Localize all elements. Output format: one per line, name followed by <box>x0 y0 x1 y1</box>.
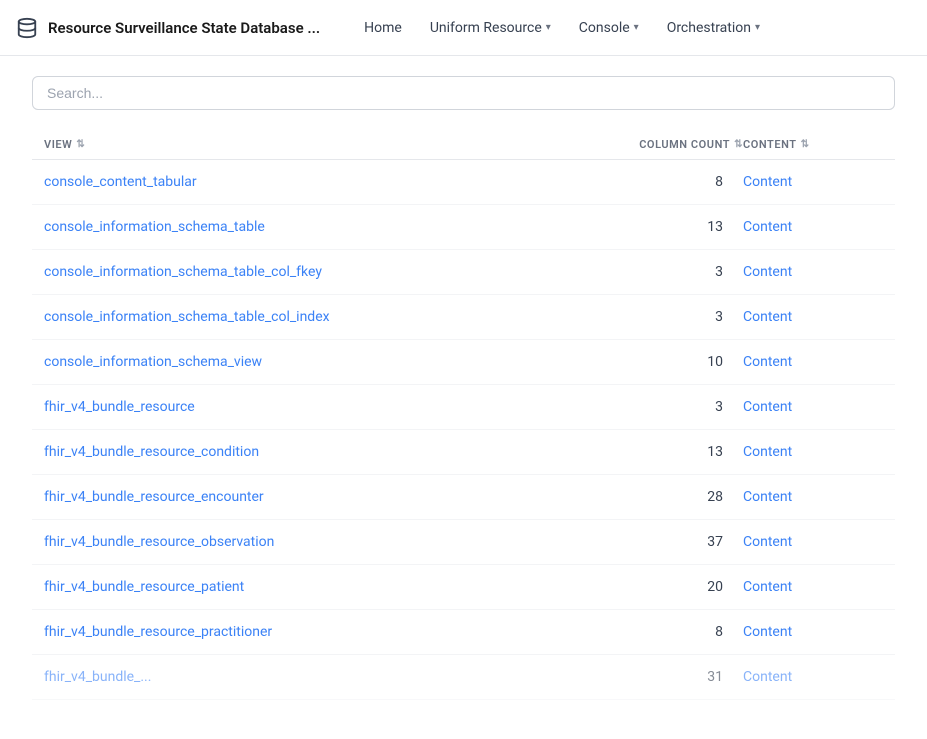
col-header-count: COLUMN COUNT ⇅ <box>583 138 743 151</box>
table-row: console_information_schema_view 10 Conte… <box>32 340 895 385</box>
row-column-count: 3 <box>583 264 743 280</box>
main-content: VIEW ⇅ COLUMN COUNT ⇅ CONTENT ⇅ console_… <box>0 56 927 720</box>
row-column-count: 8 <box>583 174 743 190</box>
row-content-link[interactable]: Content <box>743 309 883 325</box>
search-container <box>32 76 895 110</box>
chevron-down-icon: ▾ <box>546 22 551 33</box>
sort-icon-view[interactable]: ⇅ <box>76 139 85 150</box>
col-header-content: CONTENT ⇅ <box>743 138 883 151</box>
col-header-view: VIEW ⇅ <box>44 138 583 151</box>
table-row: fhir_v4_bundle_resource_condition 13 Con… <box>32 430 895 475</box>
row-column-count: 20 <box>583 579 743 595</box>
chevron-down-icon: ▾ <box>755 22 760 33</box>
row-view-name[interactable]: fhir_v4_bundle_... <box>44 669 583 685</box>
table-row: fhir_v4_bundle_resource_patient 20 Conte… <box>32 565 895 610</box>
table-row: console_information_schema_table_col_ind… <box>32 295 895 340</box>
row-content-link[interactable]: Content <box>743 624 883 640</box>
database-icon <box>16 17 38 39</box>
row-column-count: 10 <box>583 354 743 370</box>
search-input[interactable] <box>32 76 895 110</box>
row-content-link[interactable]: Content <box>743 534 883 550</box>
row-view-name[interactable]: console_information_schema_table <box>44 219 583 235</box>
row-view-name[interactable]: fhir_v4_bundle_resource_patient <box>44 579 583 595</box>
row-view-name[interactable]: console_information_schema_view <box>44 354 583 370</box>
nav-console[interactable]: Console ▾ <box>567 12 651 44</box>
app-title: Resource Surveillance State Database ... <box>48 19 320 37</box>
row-view-name[interactable]: fhir_v4_bundle_resource_encounter <box>44 489 583 505</box>
nav-home[interactable]: Home <box>352 12 414 44</box>
nav-links: Home Uniform Resource ▾ Console ▾ Orches… <box>352 12 911 44</box>
row-content-link[interactable]: Content <box>743 489 883 505</box>
table-row: fhir_v4_bundle_resource 3 Content <box>32 385 895 430</box>
row-view-name[interactable]: fhir_v4_bundle_resource_condition <box>44 444 583 460</box>
table-header: VIEW ⇅ COLUMN COUNT ⇅ CONTENT ⇅ <box>32 130 895 160</box>
table-row: fhir_v4_bundle_resource_observation 37 C… <box>32 520 895 565</box>
row-column-count: 37 <box>583 534 743 550</box>
views-table: VIEW ⇅ COLUMN COUNT ⇅ CONTENT ⇅ console_… <box>32 130 895 700</box>
table-body: console_content_tabular 8 Content consol… <box>32 160 895 700</box>
table-row: console_information_schema_table_col_fke… <box>32 250 895 295</box>
row-content-link[interactable]: Content <box>743 174 883 190</box>
row-view-name[interactable]: fhir_v4_bundle_resource <box>44 399 583 415</box>
row-content-link[interactable]: Content <box>743 444 883 460</box>
sort-icon-content[interactable]: ⇅ <box>801 139 810 150</box>
nav-uniform-resource[interactable]: Uniform Resource ▾ <box>418 12 563 44</box>
nav-orchestration[interactable]: Orchestration ▾ <box>655 12 772 44</box>
row-view-name[interactable]: console_content_tabular <box>44 174 583 190</box>
row-column-count: 31 <box>583 669 743 685</box>
sort-icon-count[interactable]: ⇅ <box>734 139 743 150</box>
row-content-link[interactable]: Content <box>743 399 883 415</box>
row-column-count: 13 <box>583 444 743 460</box>
row-view-name[interactable]: fhir_v4_bundle_resource_practitioner <box>44 624 583 640</box>
nav-logo: Resource Surveillance State Database ... <box>16 17 320 39</box>
row-column-count: 28 <box>583 489 743 505</box>
row-content-link[interactable]: Content <box>743 219 883 235</box>
row-view-name[interactable]: console_information_schema_table_col_fke… <box>44 264 583 280</box>
row-column-count: 3 <box>583 399 743 415</box>
chevron-down-icon: ▾ <box>634 22 639 33</box>
row-column-count: 8 <box>583 624 743 640</box>
row-view-name[interactable]: console_information_schema_table_col_ind… <box>44 309 583 325</box>
table-row: console_content_tabular 8 Content <box>32 160 895 205</box>
row-column-count: 3 <box>583 309 743 325</box>
row-content-link[interactable]: Content <box>743 354 883 370</box>
table-row: console_information_schema_table 13 Cont… <box>32 205 895 250</box>
row-view-name[interactable]: fhir_v4_bundle_resource_observation <box>44 534 583 550</box>
row-column-count: 13 <box>583 219 743 235</box>
row-content-link[interactable]: Content <box>743 669 883 685</box>
table-row-truncated: fhir_v4_bundle_... 31 Content <box>32 655 895 700</box>
row-content-link[interactable]: Content <box>743 264 883 280</box>
navbar: Resource Surveillance State Database ...… <box>0 0 927 56</box>
table-row: fhir_v4_bundle_resource_practitioner 8 C… <box>32 610 895 655</box>
table-row: fhir_v4_bundle_resource_encounter 28 Con… <box>32 475 895 520</box>
row-content-link[interactable]: Content <box>743 579 883 595</box>
